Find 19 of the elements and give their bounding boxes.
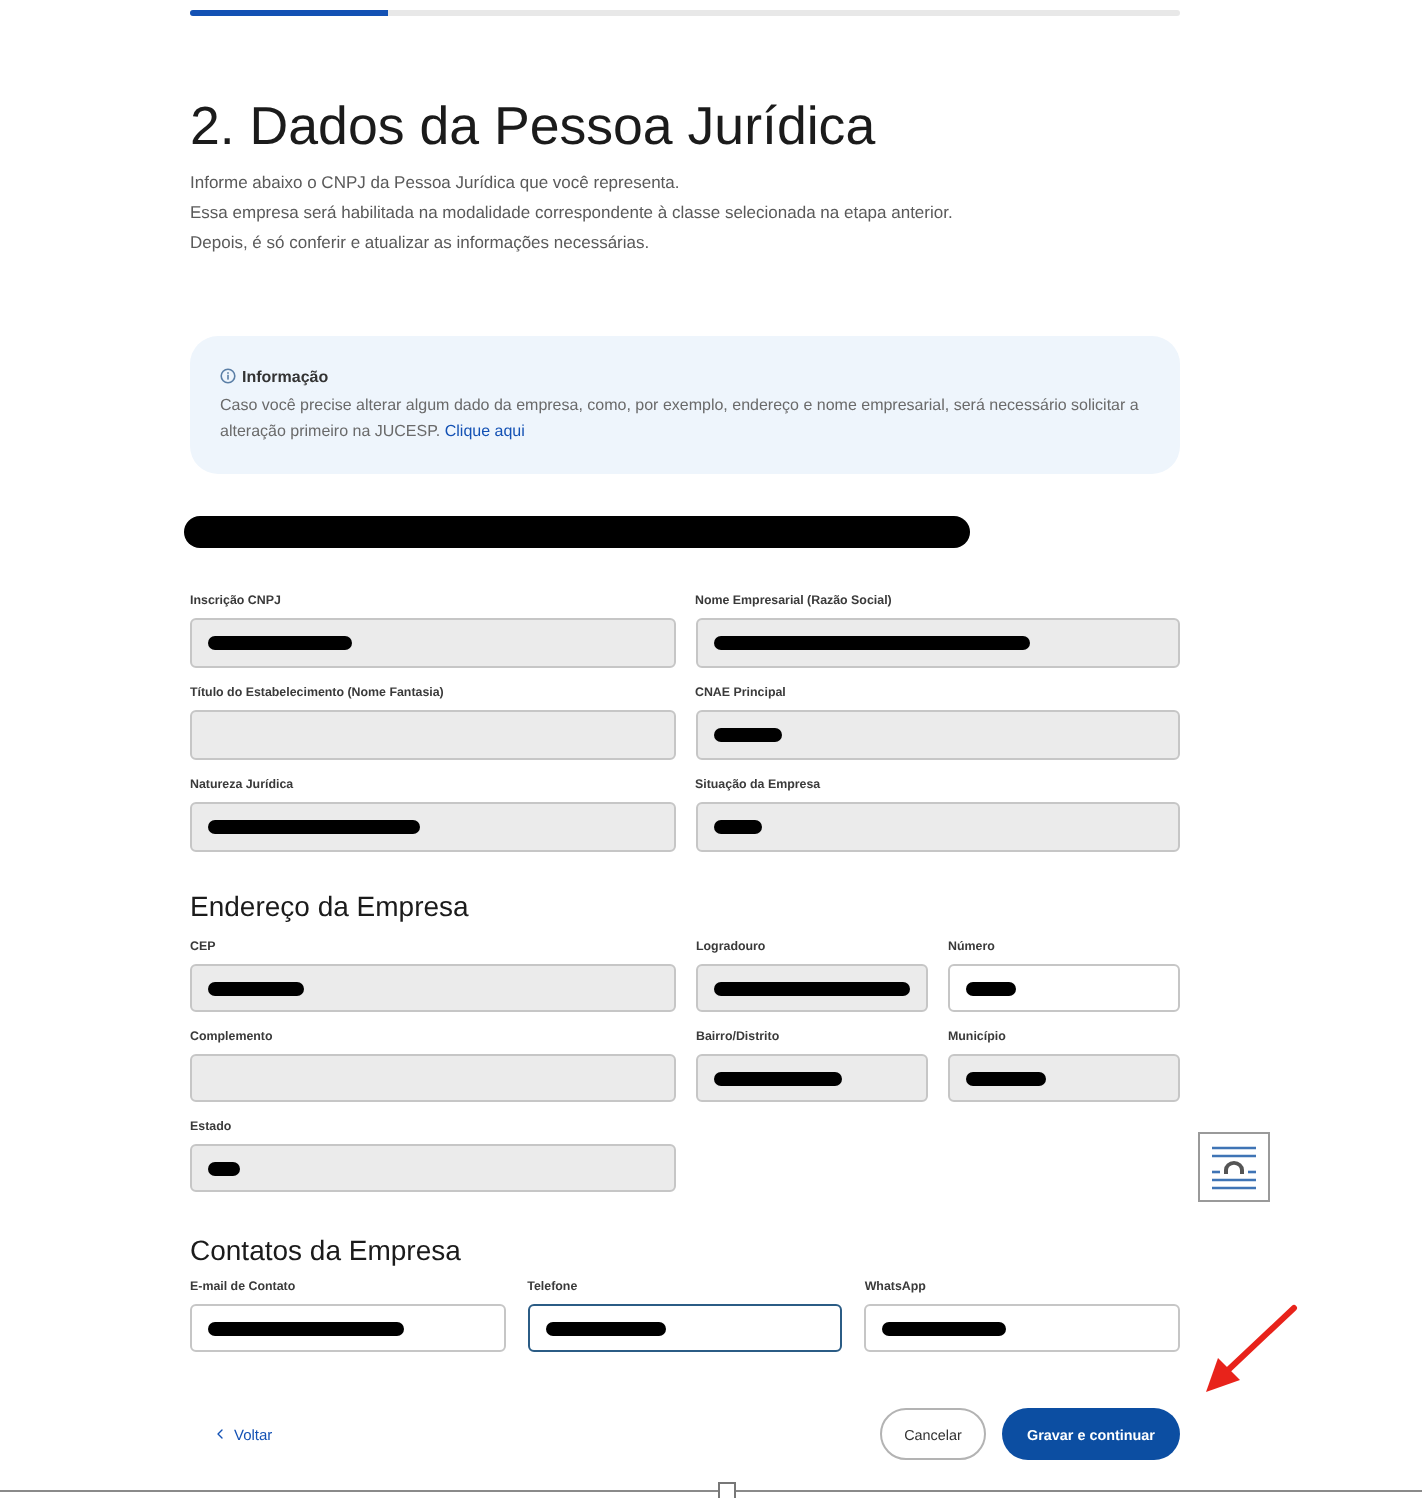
input-field[interactable] — [527, 1304, 843, 1352]
help-link[interactable]: Clique aqui — [444, 422, 525, 440]
info-icon — [220, 368, 236, 384]
layout-options-button[interactable] — [1198, 1132, 1270, 1202]
input-field[interactable] — [190, 1304, 506, 1352]
info-text: Caso você precise alterar algum dado da empresa, como, por exemplo, endereço e nome empresarial, será necessário solicitar a alteração primeiro na JUCESP. Clique aqui — [220, 394, 1141, 444]
page-title: 2. Dados da Pessoa Jurídica — [190, 94, 878, 160]
description-text: Informe abaixo o CNPJ da Pessoa Jurídica que você representa. — [190, 170, 682, 196]
input-field[interactable] — [948, 964, 1180, 1012]
description-text: Essa empresa será habilitada na modalidade correspondente à classe selecionada na etapa anterior. — [190, 200, 955, 226]
text-wrap-icon — [1210, 1145, 1258, 1189]
annotation-arrow — [1202, 1304, 1298, 1394]
chevron-left-icon — [212, 1426, 228, 1442]
resize-handle[interactable] — [718, 1482, 736, 1498]
info-title: Informação — [242, 367, 329, 385]
description-text: Depois, é só conferir e atualizar as informações necessárias. — [190, 230, 652, 256]
input-field[interactable] — [864, 1304, 1180, 1352]
section-heading: Contatos da Empresa — [190, 1232, 463, 1268]
section-heading: Endereço da Empresa — [190, 888, 471, 924]
